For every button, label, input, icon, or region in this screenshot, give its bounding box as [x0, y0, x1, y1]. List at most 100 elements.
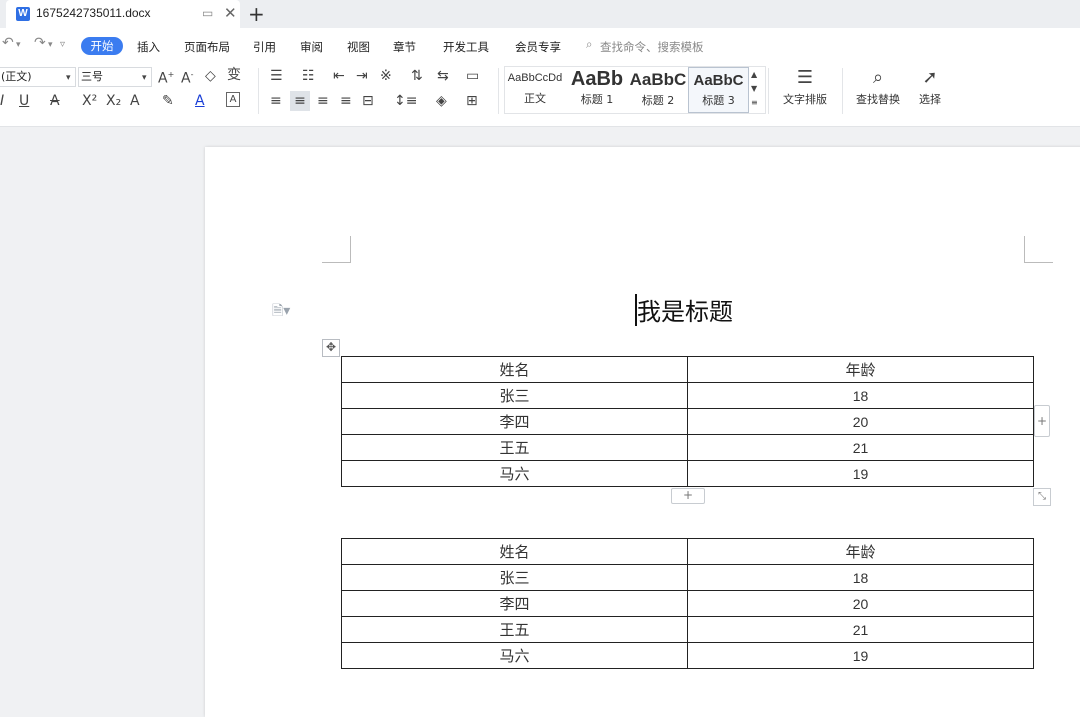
align-left-icon[interactable]: ≡	[270, 93, 282, 109]
table-row: 张三 18	[341, 564, 1034, 591]
redo-icon[interactable]: ↷	[34, 35, 46, 51]
undo-icon[interactable]: ↶	[2, 35, 14, 51]
find-replace-button[interactable]: ⌕ 查找替换	[849, 67, 907, 107]
data-table-1[interactable]: 姓名 年龄 张三 18 李四 20 王五 21 马六 19	[341, 356, 1034, 487]
tab-ruler-icon[interactable]: ▭	[466, 68, 479, 84]
style-sample: AaBbC	[693, 72, 744, 89]
phonetic-guide-icon[interactable]: 变	[227, 67, 241, 83]
italic-icon[interactable]: I	[0, 93, 4, 109]
table-cell[interactable]: 张三	[341, 382, 688, 409]
font-color-icon[interactable]: A	[195, 93, 205, 109]
borders-icon[interactable]: ⊞	[466, 93, 478, 109]
quick-access-more-icon[interactable]: ▿	[60, 39, 65, 50]
text-effect-icon[interactable]: A	[130, 93, 140, 109]
style-normal[interactable]: AaBbCcDd 正文	[505, 72, 565, 106]
table-cell[interactable]: 19	[687, 642, 1034, 669]
command-search-input[interactable]: 查找命令、搜索模板	[600, 39, 704, 55]
chinese-layout-icon[interactable]: ※	[380, 68, 392, 84]
pin-icon[interactable]: ▭	[202, 6, 213, 20]
style-heading-3[interactable]: AaBbC 标题 3	[688, 67, 749, 113]
table-cell[interactable]: 21	[687, 616, 1034, 643]
font-size-select[interactable]: 三号	[78, 67, 152, 87]
close-tab-icon[interactable]: ✕	[224, 4, 237, 22]
show-marks-icon[interactable]: ⇆	[437, 68, 449, 84]
table-cell[interactable]: 张三	[341, 564, 688, 591]
table-cell[interactable]: 马六	[341, 642, 688, 669]
shrink-font-icon[interactable]: A-	[181, 67, 193, 87]
document-title[interactable]: 我是标题	[637, 292, 733, 327]
highlight-icon[interactable]: ✎	[162, 93, 174, 109]
redo-dropdown-icon[interactable]: ▾	[48, 40, 53, 50]
increase-indent-icon[interactable]: ⇥	[356, 68, 368, 84]
table-header-cell[interactable]: 姓名	[341, 356, 688, 383]
table-cell[interactable]: 20	[687, 590, 1034, 617]
sort-icon[interactable]: ⇅	[411, 68, 423, 84]
font-name-select[interactable]: (正文)	[0, 67, 76, 87]
document-tab-title: 1675242735011.docx	[36, 6, 151, 20]
menu-tab-page-layout[interactable]: 页面布局	[184, 39, 230, 55]
text-layout-button[interactable]: ☰ 文字排版	[776, 67, 834, 107]
table-cell[interactable]: 19	[687, 460, 1034, 487]
superscript-icon[interactable]: X²	[82, 93, 97, 109]
numbered-list-icon[interactable]: ☷	[302, 68, 315, 84]
decrease-indent-icon[interactable]: ⇤	[333, 68, 345, 84]
separator	[498, 68, 499, 114]
font-size-dropdown-icon[interactable]: ▾	[142, 70, 147, 86]
font-name-dropdown-icon[interactable]: ▾	[66, 70, 71, 86]
table-row: 张三 18	[341, 382, 1034, 409]
char-border-icon[interactable]: A	[226, 92, 240, 107]
undo-dropdown-icon[interactable]: ▾	[16, 40, 21, 50]
distributed-icon[interactable]: ⊟	[362, 93, 374, 109]
style-heading-2[interactable]: AaBbC 标题 2	[628, 70, 688, 108]
underline-icon[interactable]: U	[19, 93, 29, 109]
table-row: 李四 20	[341, 408, 1034, 435]
add-column-button[interactable]: +	[1034, 405, 1050, 437]
justify-icon[interactable]: ≡	[340, 93, 352, 109]
styles-more-icon[interactable]: ≡	[751, 95, 758, 111]
separator	[258, 68, 259, 114]
data-table-2[interactable]: 姓名 年龄 张三 18 李四 20 王五 21 马六 19	[341, 538, 1034, 669]
align-right-icon[interactable]: ≡	[317, 93, 329, 109]
table-header-cell[interactable]: 年龄	[687, 356, 1034, 383]
table-cell[interactable]: 王五	[341, 434, 688, 461]
menu-tab-review[interactable]: 审阅	[300, 39, 323, 55]
find-replace-label: 查找替换	[856, 93, 900, 106]
menu-tab-member[interactable]: 会员专享	[515, 39, 561, 55]
align-center-icon[interactable]: ≡	[290, 91, 310, 111]
menu-tab-chapter[interactable]: 章节	[393, 39, 416, 55]
table-move-handle-icon[interactable]: ✥	[322, 339, 340, 357]
bullet-list-icon[interactable]: ☰	[270, 68, 283, 84]
table-row: 李四 20	[341, 590, 1034, 617]
new-tab-icon[interactable]: +	[248, 2, 265, 26]
clear-format-icon[interactable]: ◇	[205, 68, 216, 84]
table-header-cell[interactable]: 姓名	[341, 538, 688, 565]
table-cell[interactable]: 李四	[341, 408, 688, 435]
menu-tab-references[interactable]: 引用	[253, 39, 276, 55]
table-resize-icon[interactable]: ⤡	[1033, 488, 1051, 506]
paragraph-options-icon[interactable]: 🗎▾	[272, 300, 290, 324]
menu-tab-start[interactable]: 开始	[81, 37, 123, 55]
line-spacing-icon[interactable]: ↕≡	[394, 93, 417, 109]
table-cell[interactable]: 王五	[341, 616, 688, 643]
menu-tab-view[interactable]: 视图	[347, 39, 370, 55]
subscript-icon[interactable]: X₂	[106, 93, 121, 109]
document-tab[interactable]: W 1675242735011.docx ▭ ✕	[6, 0, 240, 28]
table-header-cell[interactable]: 年龄	[687, 538, 1034, 565]
menu-tab-developer[interactable]: 开发工具	[443, 39, 489, 55]
add-row-button[interactable]: +	[671, 488, 705, 504]
menu-tab-insert[interactable]: 插入	[137, 39, 160, 55]
table-cell[interactable]: 马六	[341, 460, 688, 487]
shading-icon[interactable]: ◈	[436, 93, 447, 109]
table-cell[interactable]: 李四	[341, 590, 688, 617]
select-button[interactable]: ➚ 选择	[910, 67, 950, 107]
table-cell[interactable]: 21	[687, 434, 1034, 461]
style-heading-1[interactable]: AaBb 标题 1	[567, 68, 627, 107]
table-cell[interactable]: 18	[687, 564, 1034, 591]
select-label: 选择	[919, 93, 941, 106]
word-doc-icon: W	[16, 7, 30, 21]
table-cell[interactable]: 20	[687, 408, 1034, 435]
style-sample: AaBbCcDd	[507, 72, 563, 84]
table-cell[interactable]: 18	[687, 382, 1034, 409]
strikethrough-icon[interactable]: A	[50, 93, 60, 109]
grow-font-icon[interactable]: A+	[158, 67, 174, 87]
